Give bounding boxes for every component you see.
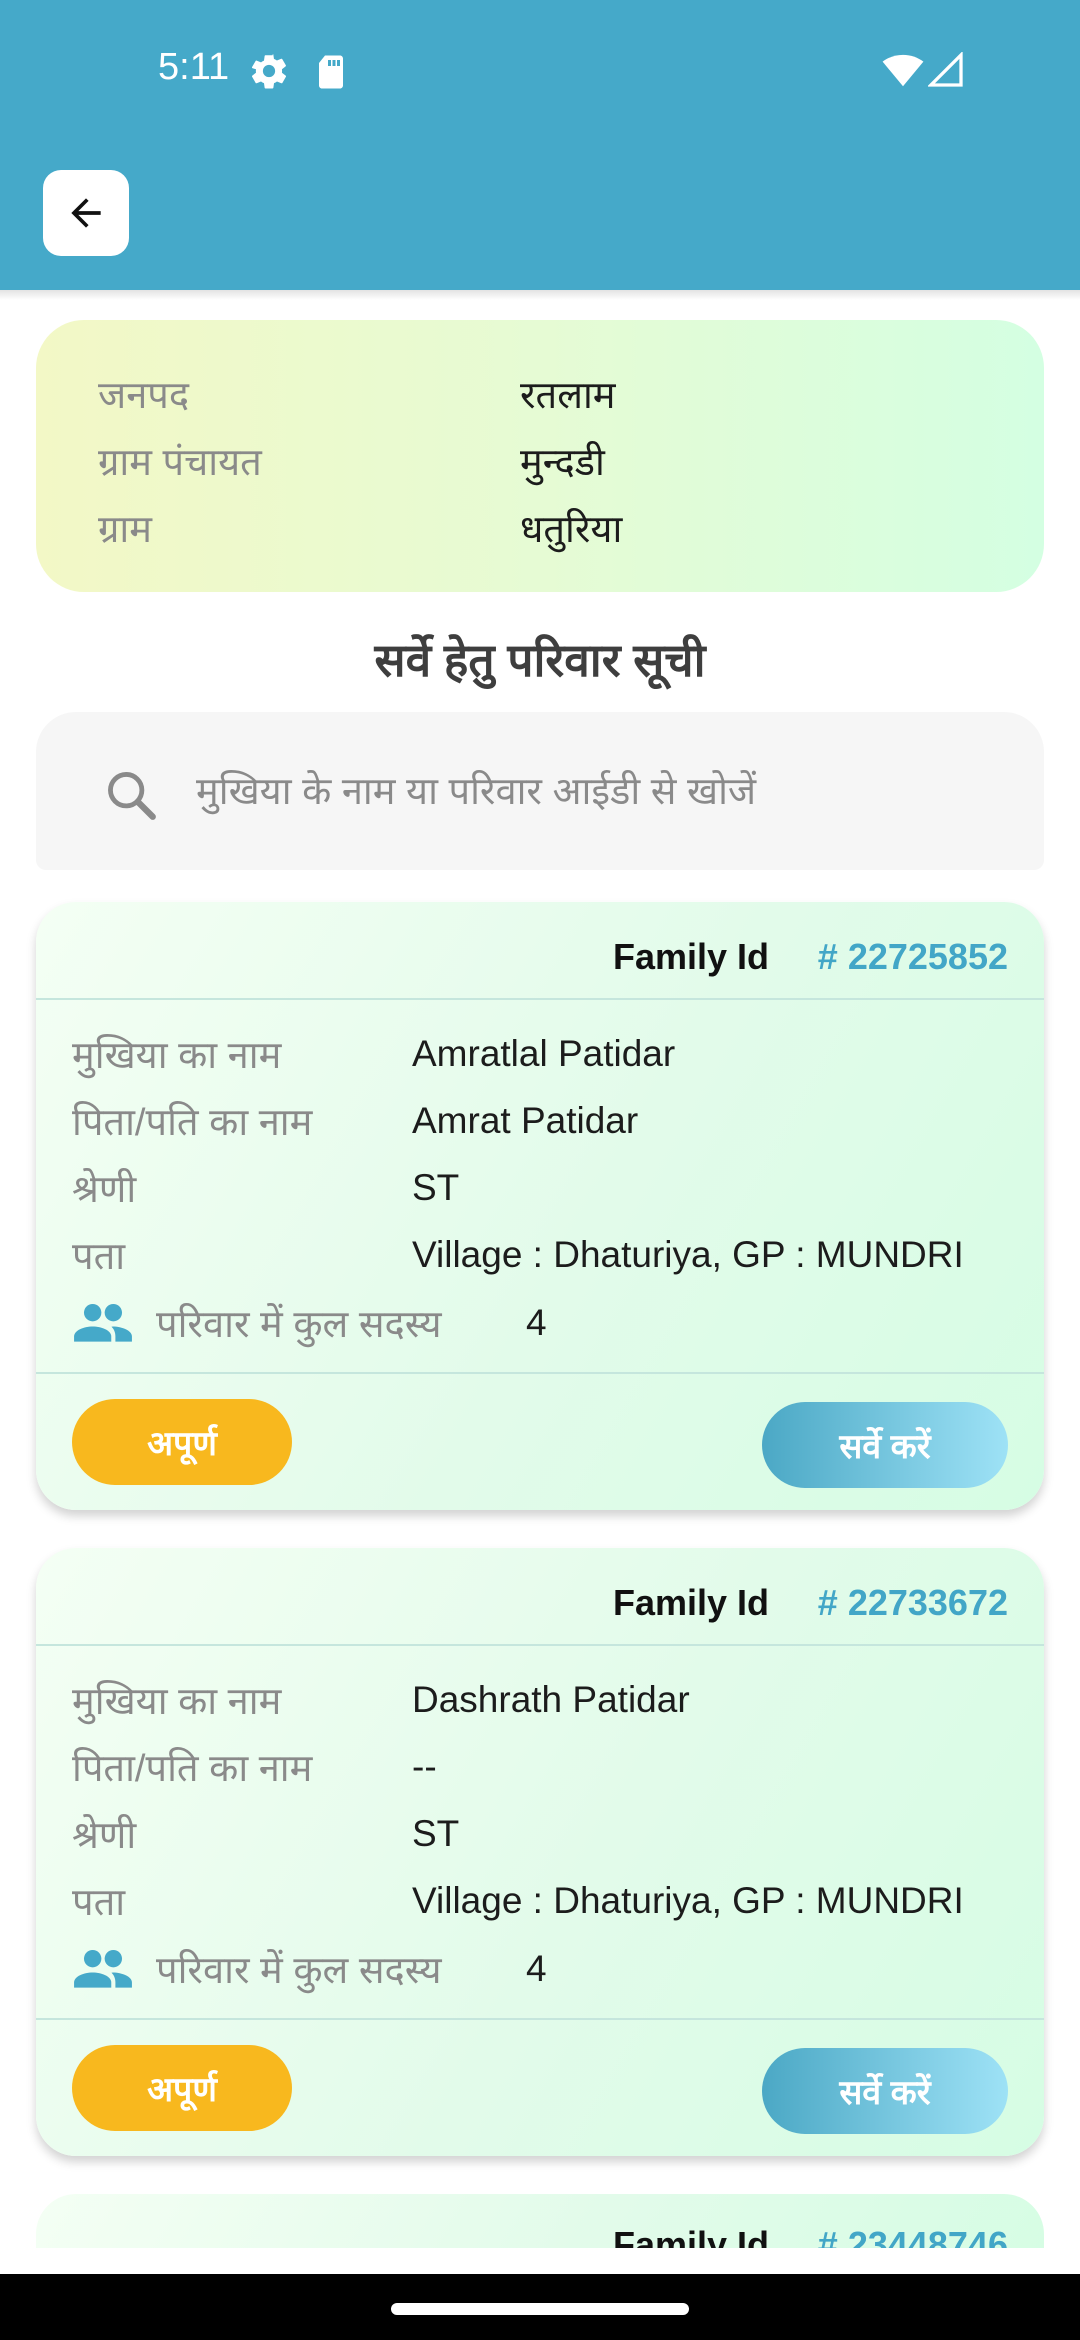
detail-row-address: पता Village : Dhaturiya, GP : MUNDRI: [72, 1221, 1022, 1288]
detail-label: श्रेणी: [72, 1168, 137, 1211]
detail-label: मुखिया का नाम: [72, 1034, 282, 1077]
detail-row-members: परिवार में कुल सदस्य 4: [72, 1288, 1022, 1358]
family-details: मुखिया का नाम Amratlal Patidar पिता/पति …: [72, 1020, 1022, 1358]
family-id-label: Family Id: [612, 936, 769, 977]
address-value: Village : Dhaturiya, GP : MUNDRI: [412, 1233, 964, 1275]
father-name-value: --: [412, 1745, 437, 1787]
wifi-icon: [882, 54, 924, 87]
family-id-value: # 22733672: [817, 1582, 1008, 1623]
people-icon: [74, 1303, 132, 1342]
family-card: Family Id # 22733672 मुखिया का नाम Dashr…: [36, 1548, 1044, 2156]
category-value: ST: [412, 1166, 460, 1208]
address-value: Village : Dhaturiya, GP : MUNDRI: [412, 1879, 964, 1921]
detail-label: श्रेणी: [72, 1814, 137, 1857]
detail-row-category: श्रेणी ST: [72, 1154, 1022, 1221]
status-badge: अपूर्ण: [72, 1399, 292, 1485]
detail-label: पिता/पति का नाम: [72, 1747, 313, 1790]
back-button[interactable]: [43, 170, 129, 256]
search-input[interactable]: [196, 756, 1016, 828]
location-value: धतुरिया: [520, 508, 623, 551]
page-title: सर्वे हेतु परिवार सूची: [374, 634, 706, 686]
family-id-label: Family Id: [612, 1582, 769, 1623]
location-row-district: जनपद रतलाम: [98, 360, 1044, 427]
detail-label: पिता/पति का नाम: [72, 1101, 313, 1144]
location-value: मुन्दडी: [520, 441, 605, 484]
members-label: परिवार में कुल सदस्य: [156, 1950, 442, 1992]
survey-button[interactable]: सर्वे करें: [762, 2048, 1008, 2134]
members-value: 4: [526, 1302, 547, 1343]
family-card: Family Id # 22725852 मुखिया का नाम Amrat…: [36, 902, 1044, 1510]
sd-card-icon: [319, 55, 343, 89]
home-gesture-handle[interactable]: [391, 2303, 689, 2315]
detail-row-members: परिवार में कुल सदस्य 4: [72, 1934, 1022, 2004]
members-value: 4: [526, 1948, 547, 1989]
gear-icon: [251, 54, 287, 89]
search-icon: [108, 772, 156, 820]
app-header: 5:11: [0, 0, 1080, 290]
location-label: जनपद: [98, 374, 190, 417]
family-card-header: Family Id # 22733672: [36, 1548, 1044, 1646]
head-name-value: Dashrath Patidar: [412, 1678, 690, 1720]
location-row-panchayat: ग्राम पंचायत मुन्दडी: [98, 427, 1044, 494]
family-id-value: # 22725852: [817, 936, 1008, 977]
signal-icon: [928, 52, 963, 87]
location-row-village: ग्राम धतुरिया: [98, 494, 1044, 561]
category-value: ST: [412, 1812, 460, 1854]
search-box[interactable]: [36, 712, 1044, 870]
father-name-value: Amrat Patidar: [412, 1099, 639, 1141]
members-label: परिवार में कुल सदस्य: [156, 1304, 442, 1346]
detail-row-father: पिता/पति का नाम Amrat Patidar: [72, 1087, 1022, 1154]
detail-label: पता: [72, 1881, 126, 1924]
detail-row-category: श्रेणी ST: [72, 1800, 1022, 1867]
divider: [36, 1372, 1044, 1374]
detail-row-head: मुखिया का नाम Amratlal Patidar: [72, 1020, 1022, 1087]
detail-label: मुखिया का नाम: [72, 1680, 282, 1723]
divider: [36, 2018, 1044, 2020]
list-bottom-edge: [0, 2248, 1080, 2274]
family-card-header: Family Id # 22725852: [36, 902, 1044, 1000]
location-label: ग्राम: [98, 508, 152, 551]
status-time: 5:11: [158, 46, 230, 88]
detail-row-address: पता Village : Dhaturiya, GP : MUNDRI: [72, 1867, 1022, 1934]
location-label: ग्राम पंचायत: [98, 441, 262, 484]
status-badge: अपूर्ण: [72, 2045, 292, 2131]
detail-row-father: पिता/पति का नाम --: [72, 1733, 1022, 1800]
detail-label: पता: [72, 1235, 126, 1278]
header-shadow: [0, 290, 1080, 300]
people-icon: [74, 1949, 132, 1988]
detail-row-head: मुखिया का नाम Dashrath Patidar: [72, 1666, 1022, 1733]
arrow-left-icon: [71, 198, 101, 228]
location-card: जनपद रतलाम ग्राम पंचायत मुन्दडी ग्राम धत…: [36, 320, 1044, 592]
head-name-value: Amratlal Patidar: [412, 1032, 676, 1074]
family-details: मुखिया का नाम Dashrath Patidar पिता/पति …: [72, 1666, 1022, 2004]
survey-button[interactable]: सर्वे करें: [762, 1402, 1008, 1488]
location-value: रतलाम: [520, 374, 616, 417]
